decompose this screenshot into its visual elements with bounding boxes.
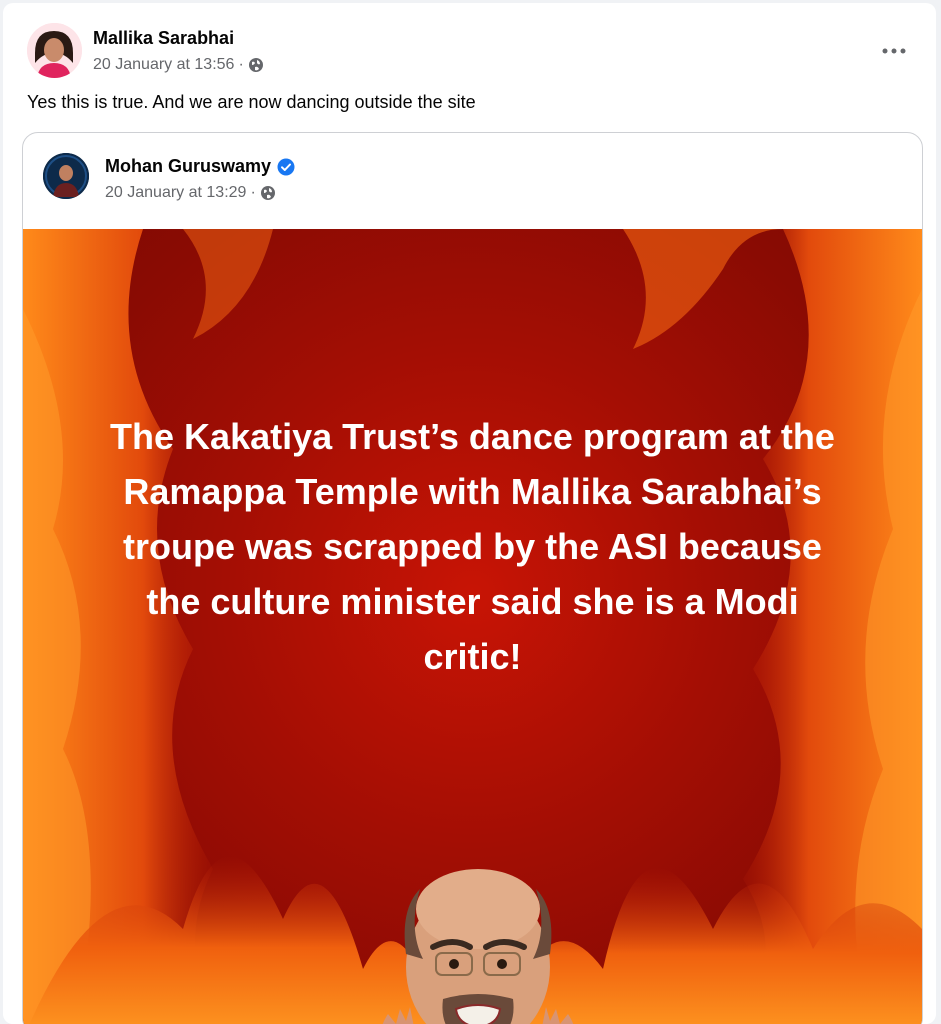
image-text-line: Ramappa Temple with Mallika Sarabhai’s	[123, 471, 822, 512]
post-text: Yes this is true. And we are now dancing…	[27, 92, 476, 112]
shared-post-header: Mohan Guruswamy 20 January at 13:29 ·	[43, 151, 902, 206]
post-meta: 20 January at 13:56 ·	[93, 56, 264, 74]
meta-separator: ·	[250, 184, 256, 201]
image-text-line: The Kakatiya Trust’s dance program at th…	[110, 416, 835, 457]
globe-icon	[248, 57, 264, 73]
shared-post-timestamp[interactable]: 20 January at 13:29	[105, 184, 246, 202]
image-text-line: the culture minister said she is a Modi	[146, 581, 799, 622]
post-timestamp[interactable]: 20 January at 13:56	[93, 56, 234, 74]
image-text-line: critic!	[423, 636, 522, 677]
cartoon-character-illustration	[382, 869, 574, 1024]
post-card: Mallika Sarabhai 20 January at 13:56 · Y…	[3, 3, 936, 1024]
shared-post-card[interactable]: Mohan Guruswamy 20 January at 13:29 · Th…	[22, 132, 923, 1024]
shared-image-text: The Kakatiya Trust’s dance program at th…	[63, 409, 882, 684]
post-header: Mallika Sarabhai 20 January at 13:56 ·	[27, 23, 912, 83]
meta-separator: ·	[238, 56, 244, 73]
verified-badge-icon	[277, 158, 295, 175]
shared-author-row: Mohan Guruswamy	[105, 156, 295, 177]
more-options-icon	[882, 48, 906, 54]
shared-author-name[interactable]: Mohan Guruswamy	[105, 156, 271, 177]
image-text-line: troupe was scrapped by the ASI because	[123, 526, 822, 567]
shared-post-meta: 20 January at 13:29 ·	[105, 184, 276, 202]
author-avatar[interactable]	[27, 23, 82, 78]
shared-image-panel[interactable]: The Kakatiya Trust’s dance program at th…	[23, 229, 922, 1024]
more-options-button[interactable]	[876, 37, 912, 65]
shared-author-avatar[interactable]	[43, 153, 89, 199]
globe-icon	[260, 185, 276, 201]
author-name[interactable]: Mallika Sarabhai	[93, 28, 234, 49]
